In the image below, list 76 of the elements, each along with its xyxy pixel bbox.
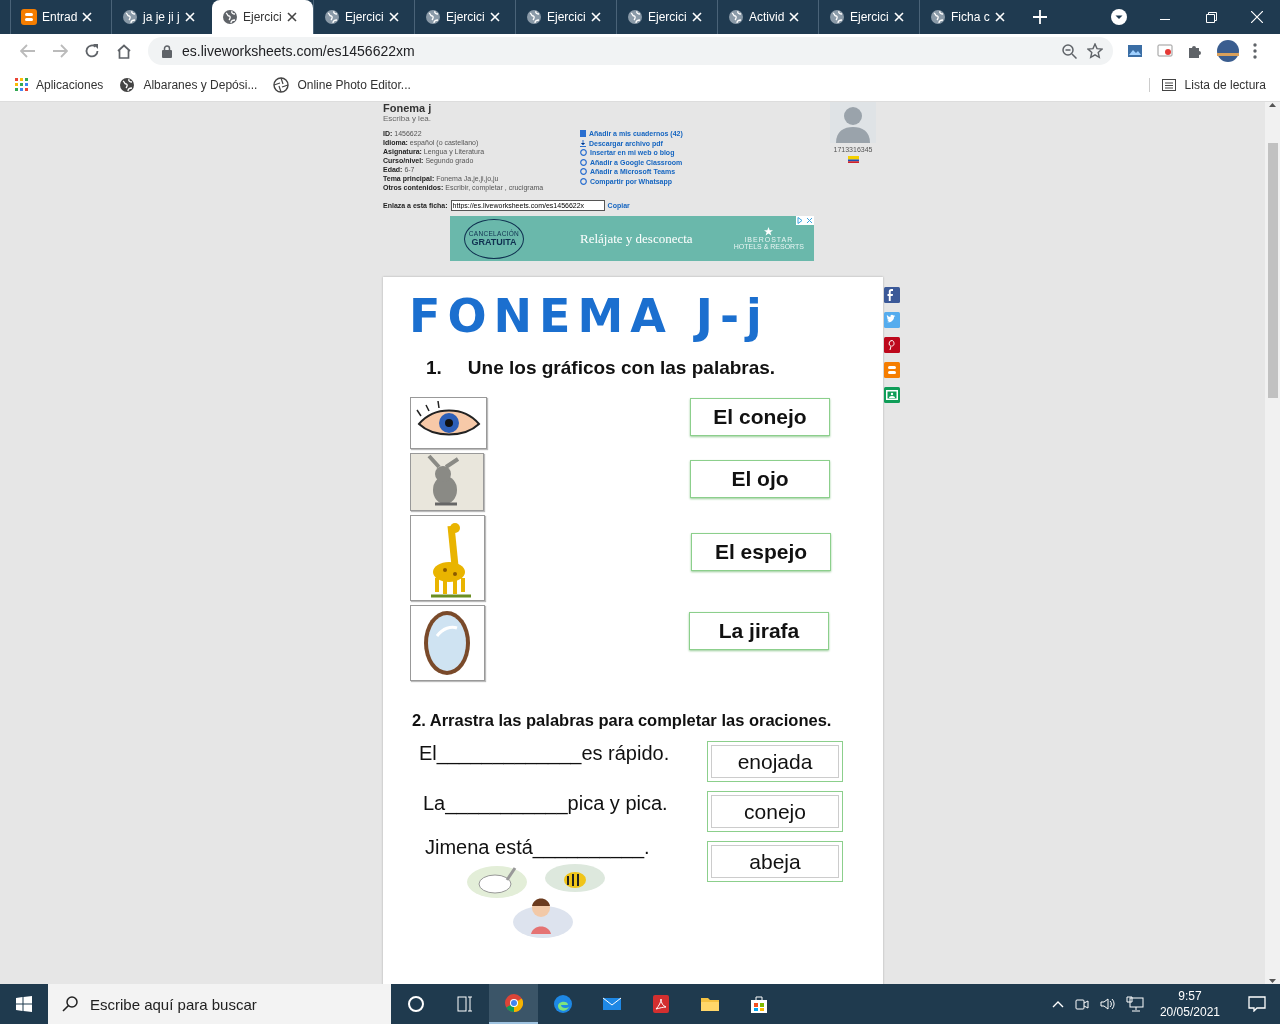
camera-icon[interactable] — [1073, 996, 1090, 1012]
search-input[interactable]: Escribe aquí para buscar — [90, 995, 370, 1013]
reload-icon[interactable] — [84, 43, 100, 59]
pinterest-share-icon[interactable] — [884, 337, 900, 353]
globe-icon — [119, 76, 136, 93]
sentence: La___________pica y pica. — [422, 792, 669, 815]
word-card[interactable]: El conejo — [690, 398, 830, 436]
globe-icon — [627, 9, 643, 25]
network-icon[interactable] — [1125, 996, 1144, 1012]
address-bar[interactable]: es.liveworksheets.com/es1456622xm — [148, 37, 1113, 65]
zoom-icon[interactable] — [1062, 43, 1077, 59]
ad-text: Relájate y desconecta — [580, 230, 693, 247]
bookmark[interactable]: Albaranes y Depósi... — [119, 76, 258, 93]
globe-icon — [425, 9, 441, 25]
restore-icon[interactable] — [1205, 11, 1217, 23]
sentence: Jimena está__________. — [424, 836, 651, 859]
globe-icon — [122, 9, 138, 25]
mail-icon — [602, 995, 621, 1013]
taskbar-search-field[interactable]: Escribe aquí para buscar — [48, 984, 391, 1024]
scrollbar-thumb[interactable] — [1267, 143, 1278, 398]
edge-icon — [553, 995, 572, 1013]
tab-search-icon[interactable] — [1111, 9, 1127, 25]
star-icon — [764, 227, 774, 236]
worksheet-heading: FONEMA J-j — [409, 289, 769, 343]
volume-icon[interactable] — [1099, 996, 1116, 1012]
chrome-icon — [504, 994, 523, 1012]
worksheet-subtitle: Escriba y lea. — [383, 114, 432, 123]
blogger-share-icon[interactable] — [884, 362, 900, 378]
bookmark[interactable]: Aplicaciones — [15, 77, 104, 92]
globe-icon — [728, 9, 744, 25]
instruction: 2. Arrastra las palabras para completar las oraciones. — [412, 711, 832, 730]
word-card[interactable]: enojada — [707, 741, 843, 782]
blogger-icon — [21, 9, 37, 25]
new-tab-icon[interactable] — [1033, 10, 1047, 24]
word-card[interactable]: El ojo — [690, 460, 830, 498]
windows-icon[interactable] — [16, 996, 32, 1012]
reading-list-button[interactable]: Lista de lectura — [1148, 77, 1266, 92]
avatar-icon[interactable] — [1217, 40, 1239, 62]
menu-icon[interactable] — [1253, 43, 1257, 59]
browser-tab[interactable]: Ejercici — [212, 0, 313, 34]
puzzle-icon[interactable] — [1187, 43, 1203, 59]
clock[interactable]: 9:57 20/05/2021 — [1159, 988, 1220, 1020]
globe-icon — [930, 9, 946, 25]
word-card[interactable]: conejo — [707, 791, 843, 832]
cortana-icon — [406, 995, 425, 1013]
acrobat-icon — [651, 995, 670, 1013]
list-icon — [1161, 78, 1176, 91]
taskview-icon — [455, 995, 474, 1013]
ad-info-icon[interactable] — [796, 216, 814, 225]
files-icon — [700, 995, 719, 1013]
word-card[interactable]: El espejo — [691, 533, 831, 571]
star-icon[interactable] — [1087, 43, 1103, 59]
facebook-share-icon[interactable] — [884, 287, 900, 303]
home-icon[interactable] — [116, 43, 132, 59]
instruction: 1. Une los gráficos con las palabras. — [426, 357, 776, 379]
apps-grid-icon — [15, 78, 28, 91]
notebook-icon — [580, 130, 586, 138]
globe-icon — [222, 9, 238, 25]
lock-icon — [162, 44, 172, 58]
worksheet-title: Fonema j — [383, 102, 432, 114]
word-card[interactable]: La jirafa — [689, 612, 829, 650]
bookmark[interactable]: Online Photo Editor... — [273, 76, 411, 93]
globe-icon — [526, 9, 542, 25]
flag-icon — [847, 156, 859, 163]
search-icon — [62, 996, 78, 1012]
chevron-up-icon[interactable] — [1051, 1000, 1064, 1008]
sentence: El_____________es rápido. — [418, 742, 671, 765]
word-card[interactable]: abeja — [707, 841, 843, 882]
globe-icon — [829, 9, 845, 25]
close-icon[interactable] — [286, 12, 297, 22]
store-icon — [749, 995, 768, 1013]
download-icon — [580, 139, 586, 147]
notification-icon[interactable] — [1248, 996, 1266, 1012]
aperture-icon — [273, 76, 290, 93]
globe-icon — [324, 9, 340, 25]
classroom-share-icon[interactable] — [884, 387, 900, 403]
